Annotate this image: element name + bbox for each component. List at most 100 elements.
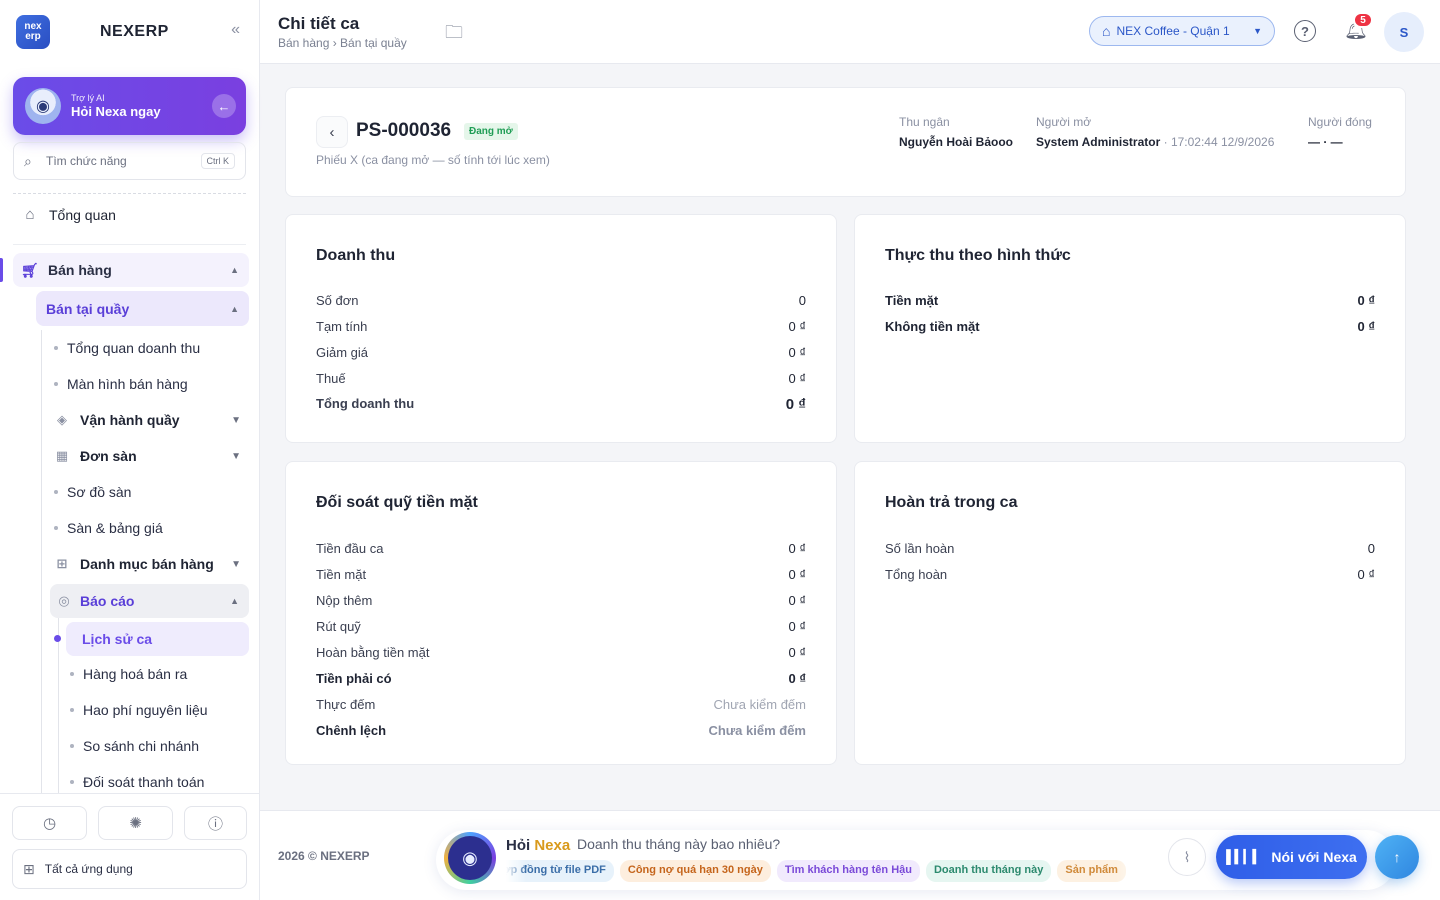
stat-row: Rút quỹ 0 ₫ — [316, 619, 806, 634]
debug-button[interactable]: ✺ — [98, 806, 173, 840]
all-apps-button[interactable]: ⊞ Tất cả ứng dụng — [12, 849, 247, 889]
stat-value: 0 ₫ — [788, 671, 806, 686]
nav-overview[interactable]: ⌂ Tổng quan — [20, 206, 116, 223]
cashier-label: Thu ngân — [899, 115, 950, 129]
avatar[interactable]: S — [1384, 12, 1424, 52]
stat-row: Thuế 0 ₫ — [316, 371, 806, 386]
bullet — [54, 346, 58, 350]
brand: nex erp NEXERP « — [16, 15, 244, 49]
status-badge: Đang mở — [464, 123, 518, 140]
search-icon: ⌕ — [24, 152, 32, 169]
suggestion-chip[interactable]: Sản phẩm — [1057, 860, 1126, 882]
paperclip-icon: ⌇ — [1183, 848, 1191, 865]
nexa-avatar: ◉ — [444, 832, 496, 884]
caret-down-icon: ▼ — [231, 558, 241, 570]
stat-row: Số lần hoàn 0 — [885, 541, 1375, 556]
nav-revenue-overview-label: Tổng quan doanh thu — [67, 340, 201, 356]
stat-label: Giảm giá — [316, 345, 369, 360]
nav-counter-label: Bán tại quầy — [46, 300, 130, 317]
nav-goods-sold[interactable]: Hàng hoá bán ra — [70, 666, 187, 682]
nav-counter-ops[interactable]: ◈ Vận hành quầy ▼ — [54, 412, 249, 428]
stat-value: 0 ₫ — [1357, 293, 1375, 308]
suggestion-chip[interactable]: Tìm khách hàng tên Hậu — [776, 860, 920, 882]
stat-value: 0 ₫ — [788, 593, 806, 608]
stat-label: Tiền đầu ca — [316, 541, 384, 556]
stat-value: 0 ₫ — [788, 371, 806, 386]
tree-line — [41, 330, 42, 795]
nav-shift-history[interactable]: Lịch sử ca — [66, 622, 249, 656]
breadcrumb: Bán hàng › Bán tại quầy — [278, 36, 407, 50]
stat-row: Tổng hoàn 0 ₫ — [885, 567, 1375, 582]
nav-products-prices-label: Sàn & bảng giá — [67, 520, 163, 536]
cashier-info: Thu ngân Nguyễn Hoài Bảooo — [899, 115, 1013, 149]
nav-payment-recon[interactable]: Đối soát thanh toán — [70, 774, 204, 790]
suggestion-chip[interactable]: Công nợ quá hạn 30 ngày — [619, 860, 771, 882]
nav-catalog[interactable]: ⊞ Danh mục bán hàng ▼ — [54, 556, 249, 572]
stat-value: 0 ₫ — [788, 319, 806, 334]
stat-label: Tiền phải có — [316, 671, 392, 686]
ask-name: Nexa — [534, 837, 571, 854]
search-input[interactable] — [46, 154, 186, 168]
brand-logo: nex erp — [16, 15, 50, 49]
stat-value: Chưa kiểm đếm — [713, 697, 806, 712]
nav-overview-label: Tổng quan — [49, 206, 116, 223]
ask-input[interactable] — [577, 836, 1057, 852]
suggestion-chip[interactable]: Doanh thu tháng này — [925, 860, 1052, 882]
send-button[interactable]: ↑ — [1375, 835, 1419, 879]
double-chevron-left-icon[interactable]: « — [231, 21, 240, 39]
branch-selector[interactable]: ⌂ NEX Coffee - Quận 1 ▼ — [1089, 16, 1275, 46]
stat-label: Thuế — [316, 371, 346, 386]
bullet — [54, 490, 58, 494]
opener-name: System Administrator — [1036, 135, 1161, 149]
payment-methods-card: Thực thu theo hình thức Tiền mặt 0 ₫ Khôn… — [854, 214, 1406, 443]
help-icon[interactable]: ? — [1294, 20, 1316, 42]
nav-floor-orders[interactable]: ▦ Đơn sàn ▼ — [54, 448, 249, 464]
ai-assistant-card[interactable]: ◉ Trợ lý AI Hỏi Nexa ngay ← — [13, 77, 246, 135]
caret-up-icon: ▲ — [230, 303, 239, 314]
brand-name: NEXERP — [100, 23, 169, 40]
ask-nexa-bar: ◉ Hỏi Nexa hợp đồng từ file PDF Công nợ … — [436, 830, 1419, 890]
grid-icon: ⊞ — [56, 556, 68, 571]
history-button[interactable]: ◷ — [12, 806, 87, 840]
nav-sales-group[interactable]: 🛒︎ Bán hàng ▲ — [13, 253, 249, 287]
back-button[interactable]: ‹ — [316, 116, 348, 148]
stat-row: Tiền phải có 0 ₫ — [316, 671, 806, 686]
closer-name: — · — — [1308, 135, 1343, 149]
stat-label: Không tiền mặt — [885, 319, 980, 334]
stat-row: Thực đếm Chưa kiểm đếm — [316, 697, 806, 712]
nav-branch-compare[interactable]: So sánh chi nhánh — [70, 738, 199, 754]
cashier-name: Nguyễn Hoài Bảooo — [899, 135, 1014, 149]
nav-material-cost[interactable]: Hao phí nguyên liệu — [70, 702, 208, 718]
divider — [13, 244, 246, 245]
nav-reports[interactable]: ◎ Báo cáo ▲ — [50, 584, 249, 618]
nav-floor-map[interactable]: Sơ đồ sàn — [54, 484, 131, 500]
nav-sales-screen[interactable]: Màn hình bán hàng — [54, 376, 188, 392]
nav-products-prices[interactable]: Sàn & bảng giá — [54, 520, 163, 536]
attach-button[interactable]: ⌇ — [1168, 838, 1206, 876]
voice-button[interactable]: ▌▍▎▍ Nói với Nexa — [1216, 835, 1367, 879]
nav-counter-ops-label: Vận hành quầy — [80, 412, 180, 428]
suggestion-chips: hợp đồng từ file PDF Công nợ quá hạn 30 … — [506, 860, 1156, 882]
opener-info: Người mở System Administrator · 17:02:44… — [1036, 115, 1274, 149]
send-arrow-icon: ↑ — [1393, 849, 1401, 865]
nav-sales-screen-label: Màn hình bán hàng — [67, 376, 188, 392]
stat-label: Thực đếm — [316, 697, 376, 712]
stat-value: 0 ₫ — [1357, 567, 1375, 582]
stat-value: Chưa kiểm đếm — [708, 723, 806, 738]
voice-bars-icon: ▌▍▎▍ — [1226, 849, 1262, 864]
stat-value: 0 ₫ — [785, 396, 806, 413]
closer-label: Người đóng — [1308, 115, 1372, 129]
bullet — [70, 744, 74, 748]
store-icon: ⌂ — [1102, 23, 1111, 39]
alert-button[interactable]: ⓘ — [184, 806, 247, 840]
nav-revenue-overview[interactable]: Tổng quan doanh thu — [54, 340, 200, 356]
suggestion-chip[interactable]: hợp đồng từ file PDF — [506, 860, 614, 882]
alert-icon: ⓘ — [207, 815, 223, 833]
sidebar: nex erp NEXERP « ◉ Trợ lý AI Hỏi Nexa ng… — [0, 0, 260, 900]
arrow-left-icon[interactable]: ← — [212, 94, 236, 118]
stat-row: Tạm tính 0 ₫ — [316, 319, 806, 334]
nav-counter-group[interactable]: Bán tại quầy ▲ — [36, 291, 249, 326]
active-indicator — [0, 258, 3, 282]
folder-icon[interactable]: 🗀 — [445, 20, 463, 50]
caret-down-icon: ▼ — [231, 414, 241, 426]
